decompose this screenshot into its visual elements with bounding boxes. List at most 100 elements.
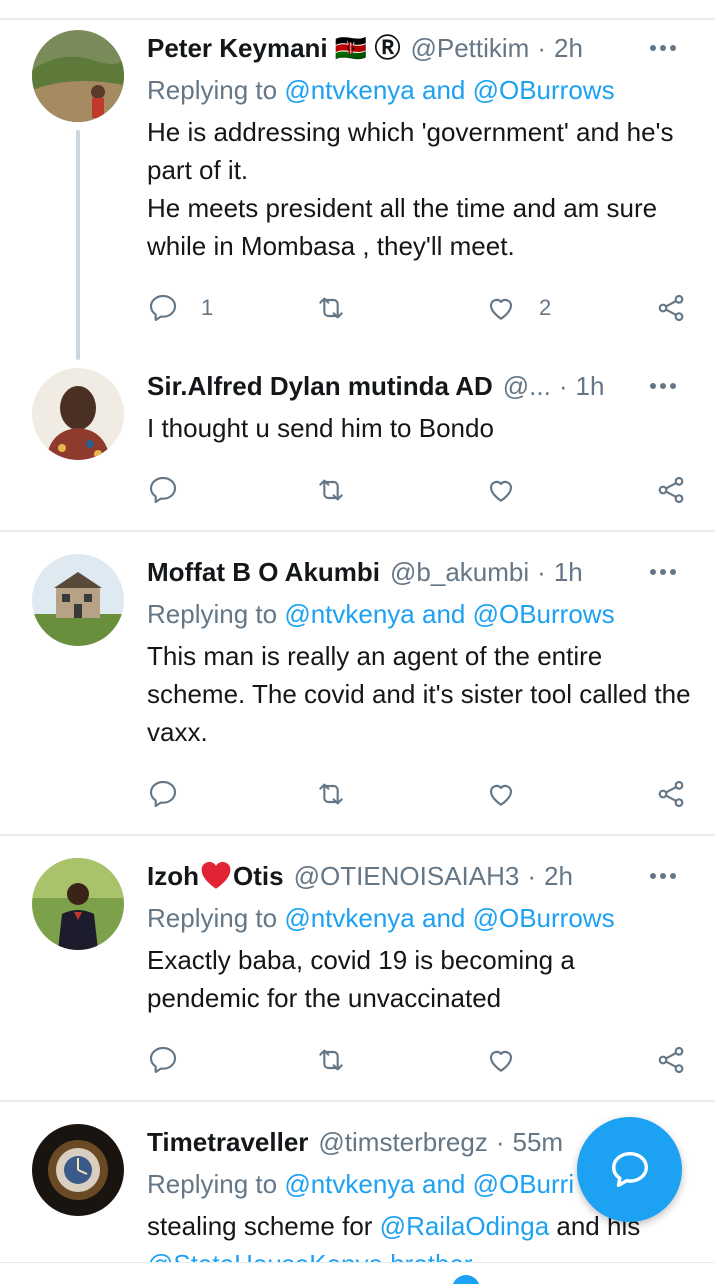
timestamp[interactable]: 1h: [554, 552, 583, 592]
replying-to-link[interactable]: @ntvkenya and @OBurrows: [284, 903, 614, 933]
tweet-header: Peter Keymani 🇰🇪 Ⓡ @Pettikim · 2h: [147, 28, 695, 68]
like-button[interactable]: [485, 1040, 517, 1080]
author-name-part: Izoh: [147, 861, 199, 891]
compose-reply-icon: [611, 1151, 648, 1187]
compose-reply-button[interactable]: [577, 1117, 682, 1222]
separator-dot: ·: [537, 33, 546, 63]
retweet-icon: [319, 783, 343, 805]
more-icon[interactable]: [643, 552, 683, 592]
reply-count: 1: [201, 295, 214, 320]
separator-dot: ·: [527, 861, 537, 891]
retweet-button[interactable]: [315, 470, 347, 510]
tweet-actions: [147, 774, 692, 814]
tweet-text-line: He is addressing which 'government' and …: [147, 117, 674, 185]
timestamp[interactable]: 2h: [554, 28, 583, 68]
reply-button[interactable]: [147, 1040, 179, 1080]
author-handle[interactable]: @OTIENOISAIAH3: [294, 856, 520, 896]
share-button[interactable]: [655, 774, 687, 814]
tweet-1[interactable]: Peter Keymani 🇰🇪 Ⓡ @Pettikim · 2h Replyi…: [0, 0, 715, 360]
replying-to-label: Replying to: [147, 903, 278, 933]
tweet-3[interactable]: Moffat B O Akumbi @b_akumbi · 1h Replyin…: [0, 532, 715, 834]
heart-icon: [489, 1050, 513, 1072]
heart-icon: [489, 784, 513, 806]
share-icon: [658, 294, 684, 322]
tweet-text: I thought u send him to Bondo: [147, 409, 693, 447]
share-icon: [658, 476, 684, 504]
timestamp[interactable]: 55m: [513, 1122, 564, 1162]
more-icon[interactable]: [643, 856, 683, 896]
author-handle[interactable]: @...: [503, 366, 551, 406]
mention-link[interactable]: @StateHouseKenya brother: [147, 1249, 473, 1262]
tweet-actions: [147, 470, 692, 510]
more-icon[interactable]: [643, 366, 683, 406]
timestamp[interactable]: 2h: [544, 856, 573, 896]
reply-icon: [149, 1046, 177, 1074]
tweet-header: Izoh Otis @OTIENOISAIAH3 · 2h: [147, 856, 695, 896]
reply-button[interactable]: 1: [147, 288, 213, 328]
replying-to-link[interactable]: @ntvkenya and @OBurri: [284, 1169, 574, 1199]
share-icon: [658, 780, 684, 808]
avatar[interactable]: [32, 554, 124, 646]
separator-dot: ·: [495, 1127, 505, 1157]
share-button[interactable]: [655, 1040, 687, 1080]
replying-to: Replying to @ntvkenya and @OBurrows: [147, 899, 695, 937]
tweet-text: He is addressing which 'government' and …: [147, 113, 693, 265]
author-handle[interactable]: @b_akumbi: [390, 552, 529, 592]
reply-icon: [149, 294, 177, 322]
tweet-4[interactable]: Izoh Otis @OTIENOISAIAH3 · 2h Replying to…: [0, 836, 715, 1100]
retweet-icon: [319, 297, 343, 319]
retweet-button[interactable]: [315, 1040, 347, 1080]
heart-emoji-icon: [201, 861, 231, 889]
like-button[interactable]: [485, 774, 517, 814]
tweet-text: This man is really an agent of the entir…: [147, 637, 693, 751]
like-count: 2: [539, 295, 552, 320]
tweet-text: Exactly baba, covid 19 is becoming a pen…: [147, 941, 693, 1017]
share-button[interactable]: [655, 288, 687, 328]
share-button[interactable]: [655, 470, 687, 510]
replying-to-link[interactable]: @ntvkenya and @OBurrows: [284, 75, 614, 105]
like-button[interactable]: 2: [485, 288, 551, 328]
tweet-text-line: I thought u send him to Bondo: [147, 413, 494, 443]
mention-link[interactable]: @RailaOdinga: [380, 1211, 549, 1241]
avatar[interactable]: [32, 858, 124, 950]
retweet-icon: [319, 479, 343, 501]
author-name[interactable]: Moffat B O Akumbi: [147, 552, 380, 592]
timestamp[interactable]: 1h: [576, 366, 605, 406]
reply-button[interactable]: [147, 774, 179, 814]
reply-button[interactable]: [147, 470, 179, 510]
like-button[interactable]: [485, 470, 517, 510]
tweet-header: Moffat B O Akumbi @b_akumbi · 1h: [147, 552, 695, 592]
reply-icon: [149, 476, 177, 504]
replying-to: Replying to @ntvkenya and @OBurrows: [147, 71, 695, 109]
tweet-actions: 1 2: [147, 288, 692, 328]
thread-line: [76, 130, 80, 360]
tweet-2[interactable]: Sir.Alfred Dylan mutinda AD @... · 1h I …: [0, 360, 715, 530]
avatar[interactable]: [32, 368, 124, 460]
avatar[interactable]: [32, 1124, 124, 1216]
replying-to-label: Replying to: [147, 599, 278, 629]
more-icon[interactable]: [643, 28, 683, 68]
tweet-text-line: This man is really an agent of the entir…: [147, 641, 691, 747]
avatar[interactable]: [32, 30, 124, 122]
author-handle[interactable]: @timsterbregz: [318, 1122, 487, 1162]
author-handle[interactable]: @Pettikim: [410, 28, 529, 68]
retweet-button[interactable]: [315, 774, 347, 814]
tweet-text-fragment: stealing scheme for: [147, 1211, 380, 1241]
tweet-actions: [147, 1040, 692, 1080]
retweet-button[interactable]: [315, 288, 369, 328]
author-name[interactable]: Sir.Alfred Dylan mutinda AD: [147, 366, 493, 406]
replying-to-label: Replying to: [147, 75, 278, 105]
replying-to-label: Replying to: [147, 1169, 278, 1199]
author-name[interactable]: Izoh Otis: [147, 856, 284, 896]
separator-dot: ·: [558, 371, 568, 401]
retweet-icon: [319, 1049, 343, 1071]
replying-to-link[interactable]: @ntvkenya and @OBurrows: [284, 599, 614, 629]
tweet-header: Sir.Alfred Dylan mutinda AD @... · 1h: [147, 366, 695, 406]
separator-dot: ·: [537, 557, 546, 587]
replying-to: Replying to @ntvkenya and @OBurrows: [147, 595, 695, 633]
author-name[interactable]: Timetraveller: [147, 1122, 308, 1162]
author-name[interactable]: Peter Keymani 🇰🇪 Ⓡ: [147, 28, 400, 68]
heart-icon: [489, 480, 513, 502]
share-icon: [658, 1046, 684, 1074]
bottom-navigation: [0, 1262, 715, 1284]
